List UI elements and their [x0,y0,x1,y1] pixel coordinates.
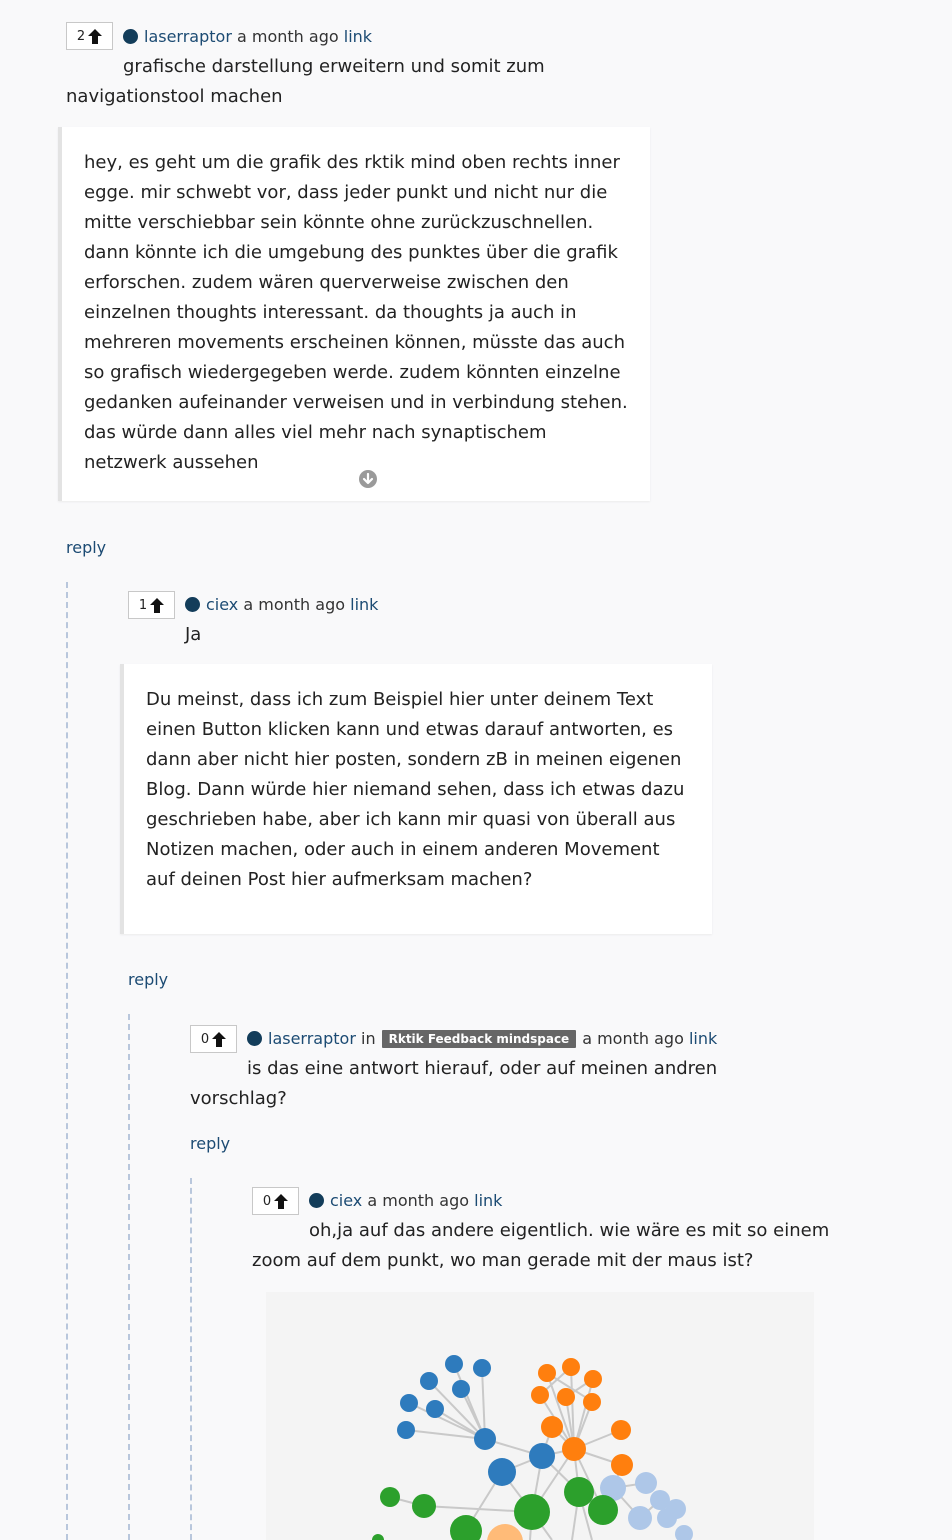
vote-count: 2 [76,28,86,44]
network-graph [372,1355,693,1540]
user-avatar-dot [247,1031,262,1046]
upvote-button[interactable]: 2 [66,22,113,50]
upvote-button[interactable]: 0 [190,1025,237,1053]
expand-down-icon[interactable] [359,470,377,488]
comment-text-continued: zoom auf dem punkt, wo man gerade mit de… [252,1246,753,1276]
arrow-up-icon [150,597,165,613]
username-link[interactable]: laserraptor [268,1029,356,1048]
comment-text-line: zoom auf dem punkt, wo man gerade mit de… [252,1250,754,1271]
comment-text: oh,ja auf das andere eigentlich. wie wär… [309,1216,829,1246]
arrow-up-icon [274,1193,289,1209]
in-label: in [361,1029,376,1048]
quoted-post: hey, es geht um die grafik des rktik min… [58,127,650,501]
timestamp: a month ago [367,1191,470,1210]
timestamp: a month ago [582,1029,684,1048]
network-graph-image [266,1292,814,1540]
user-avatar-dot [123,29,138,44]
comment-text-line: oh,ja auf das andere eigentlich. wie wär… [309,1220,830,1241]
mindspace-badge[interactable]: Rktik Feedback mindspace [381,1029,577,1048]
thread-line-level-1 [66,582,68,1540]
quoted-post: Du meinst, dass ich zum Beispiel hier un… [120,664,712,934]
user-avatar-dot [309,1193,324,1208]
upvote-button[interactable]: 1 [128,591,175,619]
permalink[interactable]: link [344,27,372,46]
comment-text-line: navigationstool machen [66,86,283,107]
comment-meta: ciex a month ago link [309,1191,502,1210]
comment-text-line: is das eine antwort hierauf, oder auf me… [247,1058,718,1079]
reply-button[interactable]: reply [190,1134,230,1153]
vote-count: 0 [200,1031,210,1047]
comment-text-line: grafische darstellung erweitern und somi… [123,56,545,77]
vote-count: 0 [262,1193,272,1209]
quoted-post-text: Du meinst, dass ich zum Beispiel hier un… [146,689,685,890]
comment-text-line: vorschlag? [190,1088,287,1109]
comment-meta: laserraptor in Rktik Feedback mindspace … [247,1029,717,1048]
permalink[interactable]: link [350,595,378,614]
comment-text: grafische darstellung erweitern und somi… [123,52,545,82]
comment-text: is das eine antwort hierauf, oder auf me… [247,1054,717,1084]
comment-text: Ja [185,624,202,645]
comment-meta: ciex a month ago link [185,595,378,614]
comment-text-continued: navigationstool machen [66,82,283,112]
thread-line-level-3 [190,1178,192,1540]
comment-text-continued: vorschlag? [190,1084,287,1114]
arrow-up-icon [88,28,103,44]
username-link[interactable]: ciex [330,1191,362,1210]
comment-meta: laserraptor a month ago link [123,27,372,46]
reply-button[interactable]: reply [66,538,106,557]
timestamp: a month ago [237,27,339,46]
vote-count: 1 [138,597,148,613]
user-avatar-dot [185,597,200,612]
permalink[interactable]: link [689,1029,717,1048]
arrow-up-icon [212,1031,227,1047]
thread-line-level-2 [128,1014,130,1540]
username-link[interactable]: laserraptor [144,27,232,46]
upvote-button[interactable]: 0 [252,1187,299,1215]
permalink[interactable]: link [474,1191,502,1210]
reply-button[interactable]: reply [128,970,168,989]
username-link[interactable]: ciex [206,595,238,614]
quoted-post-text: hey, es geht um die grafik des rktik min… [84,152,628,473]
timestamp: a month ago [243,595,346,614]
